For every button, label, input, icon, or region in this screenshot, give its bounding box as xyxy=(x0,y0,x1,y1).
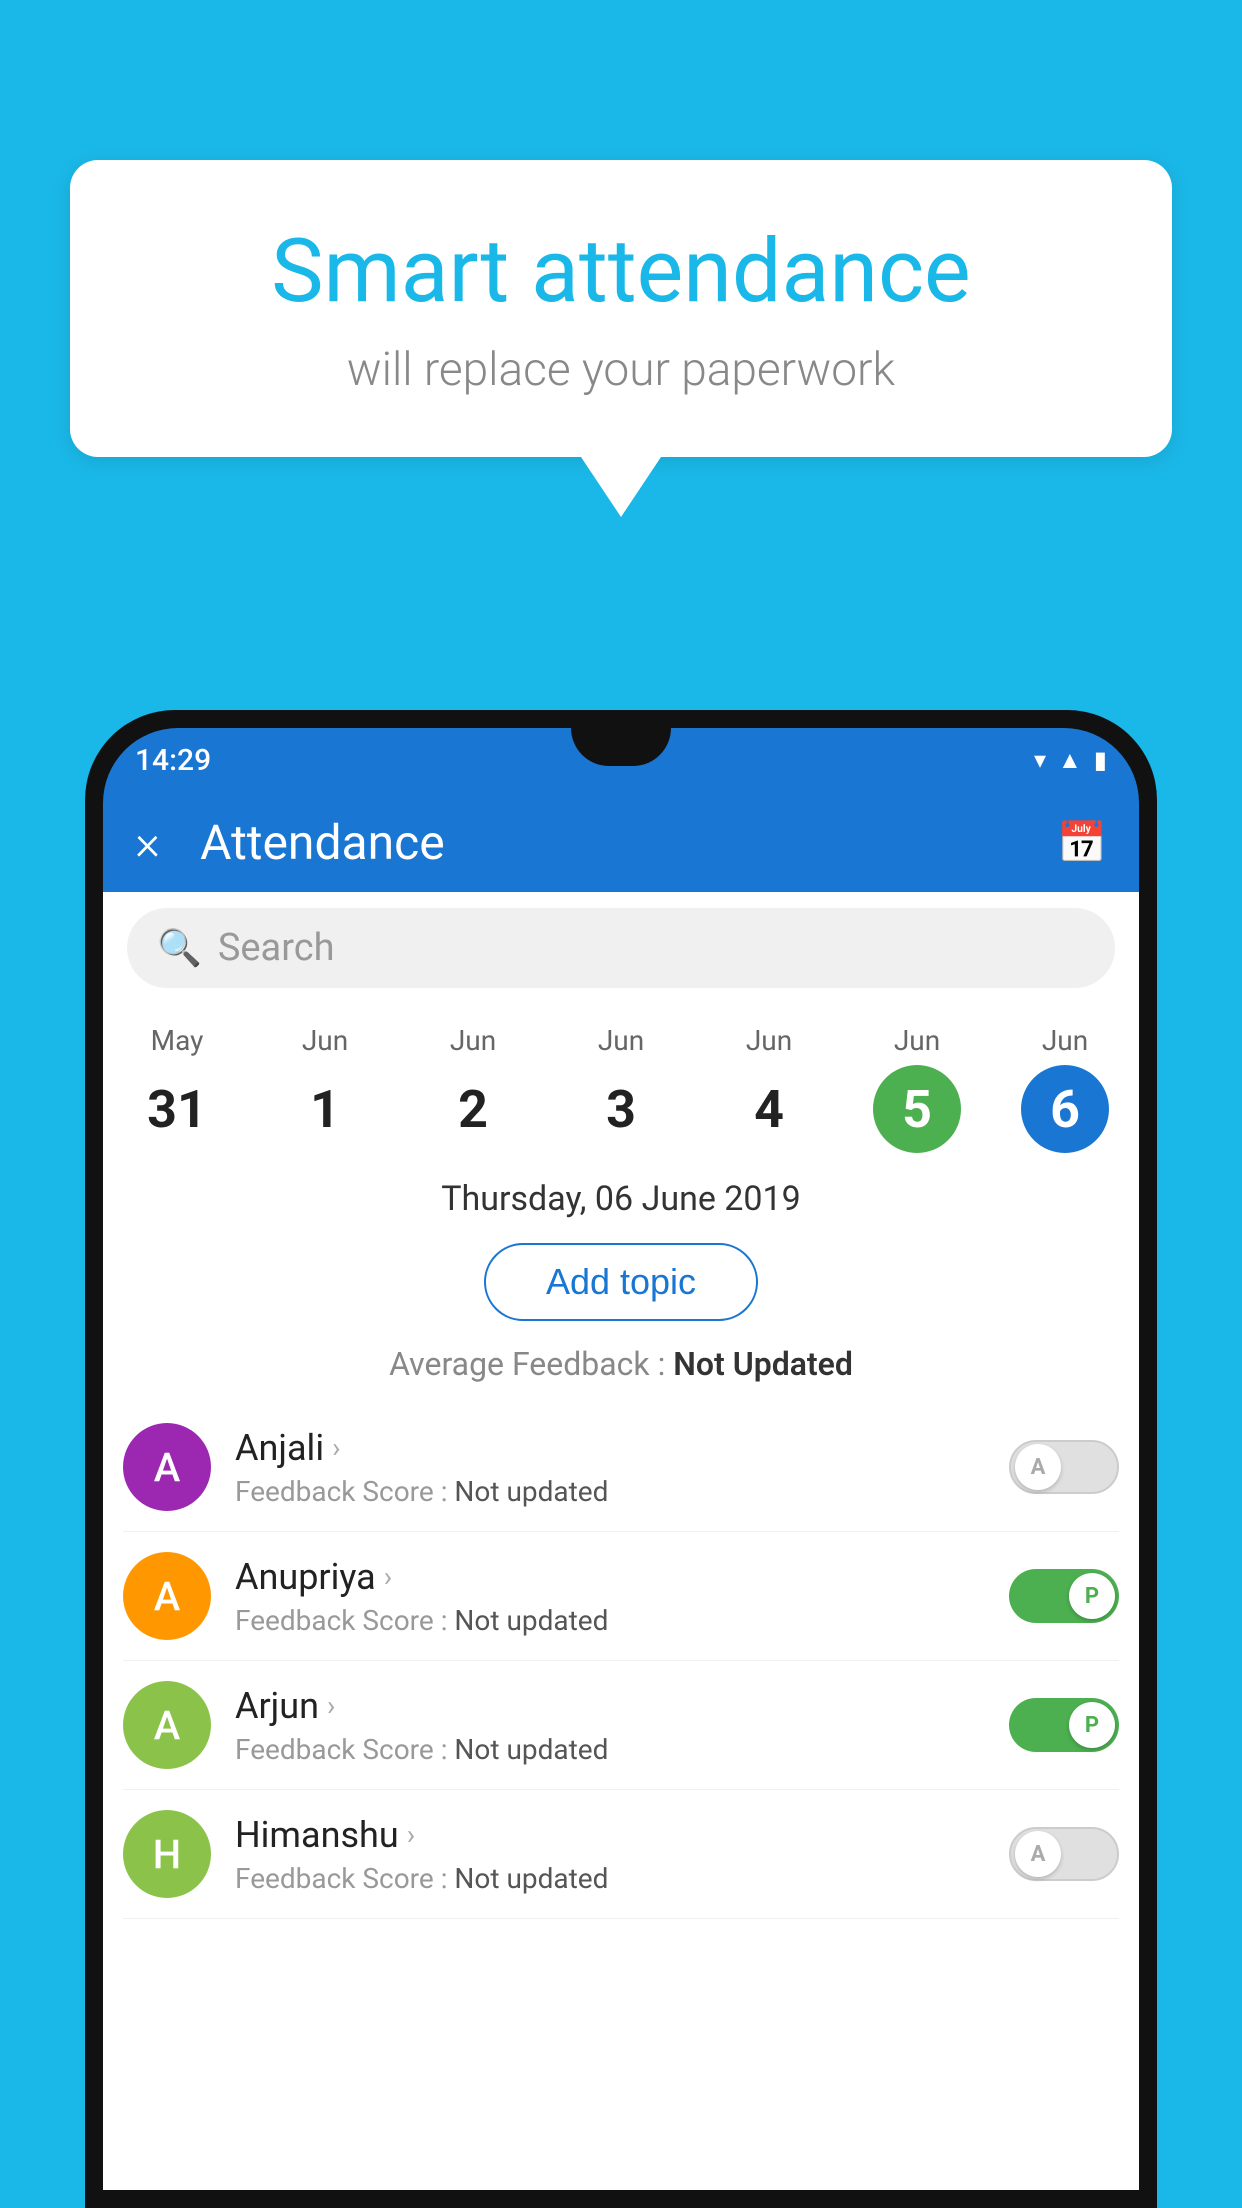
attendance-toggle[interactable]: A xyxy=(1009,1827,1119,1881)
phone-inner: 14:29 ▾ ▲ ▮ × Attendance 📅 🔍 Search xyxy=(103,728,1139,2190)
attendance-toggle[interactable]: P xyxy=(1009,1698,1119,1752)
attendance-toggle[interactable]: A xyxy=(1009,1440,1119,1494)
date-month: Jun xyxy=(1042,1024,1088,1057)
student-list: AAnjali ›Feedback Score : Not updatedAAA… xyxy=(103,1403,1139,1919)
date-item[interactable]: Jun 4 xyxy=(695,1024,843,1153)
student-feedback: Feedback Score : Not updated xyxy=(235,1604,1009,1637)
app-bar-title: Attendance xyxy=(200,814,1057,871)
student-name[interactable]: Arjun › xyxy=(235,1685,1009,1727)
date-month: Jun xyxy=(450,1024,496,1057)
date-day[interactable]: 1 xyxy=(281,1065,369,1153)
date-day[interactable]: 5 xyxy=(873,1065,961,1153)
date-item[interactable]: Jun 3 xyxy=(547,1024,695,1153)
student-feedback-value: Not updated xyxy=(454,1862,608,1895)
add-topic-container: Add topic xyxy=(103,1235,1139,1337)
date-item[interactable]: Jun 2 xyxy=(399,1024,547,1153)
speech-bubble-title: Smart attendance xyxy=(150,220,1092,323)
search-placeholder: Search xyxy=(218,926,335,970)
toggle-knob: A xyxy=(1015,1831,1061,1877)
student-item: A Arjun › Feedback Score : Not updated P xyxy=(123,1661,1119,1790)
toggle-container: P xyxy=(1009,1569,1119,1623)
date-item[interactable]: May 31 xyxy=(103,1024,251,1153)
avatar: A xyxy=(123,1423,211,1511)
date-item[interactable]: Jun 1 xyxy=(251,1024,399,1153)
close-button[interactable]: × xyxy=(135,814,160,871)
student-name[interactable]: Anjali › xyxy=(235,1427,1009,1469)
date-day[interactable]: 31 xyxy=(133,1065,221,1153)
phone-frame: 14:29 ▾ ▲ ▮ × Attendance 📅 🔍 Search xyxy=(85,710,1157,2208)
add-topic-button[interactable]: Add topic xyxy=(484,1243,758,1321)
student-name[interactable]: Anupriya › xyxy=(235,1556,1009,1598)
status-bar: 14:29 ▾ ▲ ▮ xyxy=(103,728,1139,792)
avatar: A xyxy=(123,1681,211,1769)
avg-feedback-label: Average Feedback : xyxy=(389,1345,673,1383)
student-item: H Himanshu › Feedback Score : Not updatedA xyxy=(123,1790,1119,1919)
notch xyxy=(571,728,671,766)
toggle-container: A xyxy=(1009,1827,1119,1881)
student-info: Arjun › Feedback Score : Not updated xyxy=(235,1685,1009,1766)
student-item: AAnjali ›Feedback Score : Not updatedA xyxy=(123,1403,1119,1532)
search-bar[interactable]: 🔍 Search xyxy=(127,908,1115,988)
attendance-toggle[interactable]: P xyxy=(1009,1569,1119,1623)
chevron-right-icon: › xyxy=(332,1431,340,1464)
student-feedback: Feedback Score : Not updated xyxy=(235,1475,1009,1508)
search-icon: 🔍 xyxy=(157,927,202,969)
speech-bubble-container: Smart attendance will replace your paper… xyxy=(70,160,1172,517)
signal-icon: ▲ xyxy=(1058,746,1082,775)
date-day[interactable]: 6 xyxy=(1021,1065,1109,1153)
battery-icon: ▮ xyxy=(1094,746,1107,774)
date-month: Jun xyxy=(894,1024,940,1057)
student-feedback-value: Not updated xyxy=(454,1604,608,1637)
speech-bubble-subtitle: will replace your paperwork xyxy=(150,343,1092,397)
student-feedback: Feedback Score : Not updated xyxy=(235,1862,1009,1895)
date-item[interactable]: Jun 5 xyxy=(843,1024,991,1153)
avatar: H xyxy=(123,1810,211,1898)
date-month: Jun xyxy=(598,1024,644,1057)
status-bar-icons: ▾ ▲ ▮ xyxy=(1034,746,1107,775)
app-content: 🔍 Search May 31 Jun 1 Jun 2 Jun 3 Jun 4 Jun 5 Jun 6 T… xyxy=(103,892,1139,2190)
speech-bubble-arrow xyxy=(581,457,661,517)
date-month: Jun xyxy=(746,1024,792,1057)
status-bar-time: 14:29 xyxy=(135,743,211,778)
student-info: Anupriya › Feedback Score : Not updated xyxy=(235,1556,1009,1637)
toggle-container: P xyxy=(1009,1698,1119,1752)
student-info: Anjali › Feedback Score : Not updated xyxy=(235,1427,1009,1508)
calendar-icon[interactable]: 📅 xyxy=(1057,819,1107,866)
student-info: Himanshu › Feedback Score : Not updated xyxy=(235,1814,1009,1895)
search-bar-container: 🔍 Search xyxy=(103,892,1139,1004)
date-month: Jun xyxy=(302,1024,348,1057)
student-name[interactable]: Himanshu › xyxy=(235,1814,1009,1856)
toggle-knob: P xyxy=(1069,1573,1115,1619)
student-feedback: Feedback Score : Not updated xyxy=(235,1733,1009,1766)
avg-feedback: Average Feedback : Not Updated xyxy=(103,1337,1139,1403)
selected-date-label: Thursday, 06 June 2019 xyxy=(103,1163,1139,1235)
date-selector: May 31 Jun 1 Jun 2 Jun 3 Jun 4 Jun 5 Jun 6 xyxy=(103,1004,1139,1163)
speech-bubble: Smart attendance will replace your paper… xyxy=(70,160,1172,457)
wifi-icon: ▾ xyxy=(1034,746,1046,774)
date-month: May xyxy=(151,1024,204,1057)
avatar: A xyxy=(123,1552,211,1640)
student-feedback-value: Not updated xyxy=(454,1475,608,1508)
app-bar: × Attendance 📅 xyxy=(103,792,1139,892)
date-day[interactable]: 4 xyxy=(725,1065,813,1153)
date-day[interactable]: 2 xyxy=(429,1065,517,1153)
date-item[interactable]: Jun 6 xyxy=(991,1024,1139,1153)
avg-feedback-value: Not Updated xyxy=(673,1345,853,1383)
student-feedback-value: Not updated xyxy=(454,1733,608,1766)
chevron-right-icon: › xyxy=(384,1560,392,1593)
chevron-right-icon: › xyxy=(327,1689,335,1722)
toggle-container: A xyxy=(1009,1440,1119,1494)
date-day[interactable]: 3 xyxy=(577,1065,665,1153)
toggle-knob: A xyxy=(1015,1444,1061,1490)
chevron-right-icon: › xyxy=(407,1818,415,1851)
toggle-knob: P xyxy=(1069,1702,1115,1748)
student-item: A Anupriya › Feedback Score : Not updated P xyxy=(123,1532,1119,1661)
